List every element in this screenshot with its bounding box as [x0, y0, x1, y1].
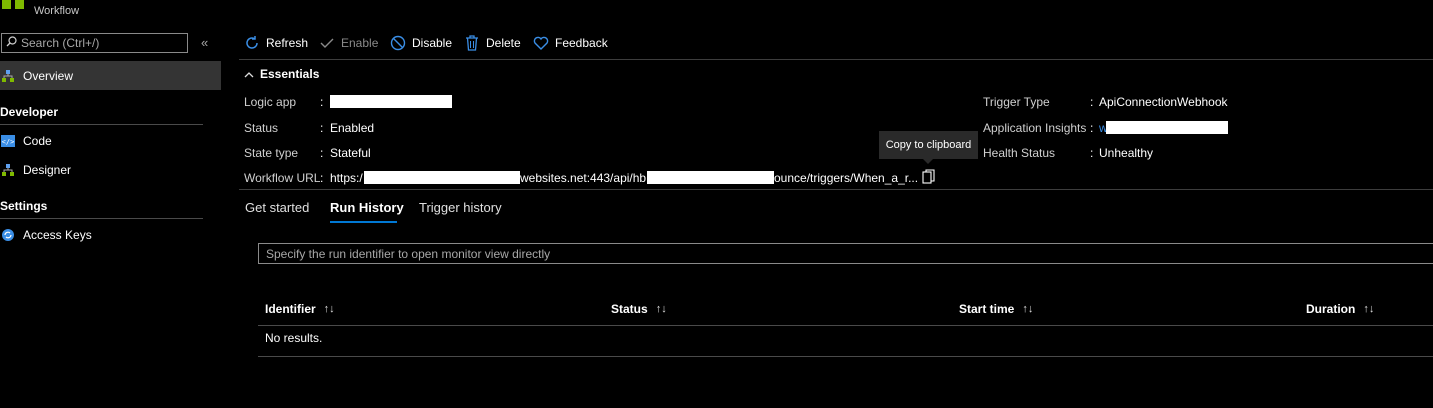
table-bottom-divider [258, 356, 1433, 357]
resource-subtitle: Workflow [34, 5, 80, 17]
sort-icon[interactable]: ↑↓ [1022, 303, 1033, 315]
section-divider [0, 124, 203, 125]
section-settings: Settings [0, 199, 48, 213]
svg-text:</>: </> [2, 138, 15, 146]
sort-icon[interactable]: ↑↓ [324, 303, 335, 315]
enable-label: Enable [341, 36, 379, 50]
tab-trigger-history[interactable]: Trigger history [419, 200, 502, 215]
app-insights-separator: : [1090, 121, 1094, 135]
active-tab-indicator [330, 221, 397, 223]
tab-run-history[interactable]: Run History [330, 200, 404, 215]
app-logo-right [15, 0, 24, 9]
sidebar-search-input[interactable] [17, 36, 181, 50]
search-icon [6, 36, 17, 50]
column-label: Start time [959, 302, 1015, 316]
app-logo-left [2, 0, 11, 9]
column-duration[interactable]: Duration ↑↓ [1306, 302, 1374, 316]
state-type-value: Stateful [330, 146, 371, 160]
table-header-divider [258, 325, 1433, 326]
designer-icon [0, 162, 16, 178]
state-type-label: State type [244, 146, 299, 160]
health-status-separator: : [1090, 146, 1094, 160]
section-developer: Developer [0, 105, 59, 119]
keys-icon [0, 227, 16, 243]
sidebar-item-designer[interactable]: Designer [0, 155, 221, 184]
workflow-url-label: Workflow URL [244, 171, 321, 185]
trigger-type-separator: : [1090, 95, 1094, 109]
enable-button[interactable]: Enable [319, 35, 378, 51]
logic-app-separator: : [320, 95, 324, 109]
redacted-url-path [647, 171, 774, 184]
refresh-button[interactable]: Refresh [244, 35, 308, 51]
redacted-logic-app-name [330, 95, 452, 108]
toolbar-divider [239, 59, 1433, 60]
refresh-icon [244, 35, 260, 51]
column-label: Status [611, 302, 648, 316]
sidebar-item-overview[interactable]: Overview [0, 61, 221, 90]
run-identifier-field[interactable] [258, 243, 1433, 264]
redacted-app-insights [1106, 121, 1228, 134]
redacted-url-host [364, 171, 520, 184]
logic-app-label: Logic app [244, 95, 297, 109]
sort-icon[interactable]: ↑↓ [656, 303, 667, 315]
section-divider [0, 218, 203, 219]
trigger-type-label: Trigger Type [983, 95, 1050, 109]
column-label: Duration [1306, 302, 1356, 316]
refresh-label: Refresh [266, 36, 309, 50]
disable-icon [390, 35, 406, 51]
sidebar-item-access-keys[interactable]: Access Keys [0, 220, 221, 249]
workflow-url-part3: ounce/triggers/When_a_r... [774, 171, 919, 185]
sidebar-item-label: Designer [23, 162, 72, 177]
app-insights-label: Application Insights [983, 121, 1087, 135]
column-label: Identifier [265, 302, 316, 316]
column-identifier[interactable]: Identifier ↑↓ [265, 302, 335, 316]
trigger-type-value: ApiConnectionWebhook [1099, 95, 1228, 109]
essentials-title: Essentials [260, 67, 320, 81]
trash-icon [464, 35, 480, 51]
health-status-value: Unhealthy [1099, 146, 1154, 160]
sidebar-item-label: Overview [23, 68, 74, 83]
disable-button[interactable]: Disable [390, 35, 452, 51]
sidebar-search[interactable] [1, 33, 188, 53]
status-label: Status [244, 121, 279, 135]
sidebar-item-code[interactable]: </> Code [0, 126, 221, 155]
essentials-divider [239, 189, 1433, 190]
status-value: Enabled [330, 121, 375, 135]
feedback-label: Feedback [555, 36, 608, 50]
sort-icon[interactable]: ↑↓ [1363, 303, 1374, 315]
state-type-separator: : [320, 146, 324, 160]
disable-label: Disable [412, 36, 453, 50]
tab-get-started[interactable]: Get started [245, 200, 309, 215]
health-status-label: Health Status [983, 146, 1056, 160]
delete-button[interactable]: Delete [464, 35, 521, 51]
empty-results: No results. [265, 331, 323, 345]
essentials-toggle[interactable]: Essentials [244, 67, 319, 81]
checkmark-icon [319, 35, 335, 51]
delete-label: Delete [486, 36, 521, 50]
heart-icon [533, 35, 549, 51]
workflow-url-separator: : [320, 171, 324, 185]
code-icon: </> [0, 133, 16, 149]
copy-icon[interactable] [922, 169, 935, 187]
overview-icon [0, 68, 16, 84]
status-separator: : [320, 121, 324, 135]
workflow-url-part2: websites.net:443/api/hb [520, 171, 647, 185]
run-identifier-input[interactable] [259, 245, 1433, 262]
column-status[interactable]: Status ↑↓ [611, 302, 667, 316]
feedback-button[interactable]: Feedback [533, 35, 608, 51]
workflow-url-part1: https:/ [330, 171, 363, 185]
sidebar-item-label: Code [23, 133, 52, 148]
sidebar-item-label: Access Keys [23, 227, 92, 242]
copy-tooltip: Copy to clipboard [879, 131, 978, 164]
column-start-time[interactable]: Start time ↑↓ [959, 302, 1033, 316]
collapse-sidebar-icon[interactable]: « [201, 35, 208, 50]
chevron-up-icon [244, 67, 254, 81]
